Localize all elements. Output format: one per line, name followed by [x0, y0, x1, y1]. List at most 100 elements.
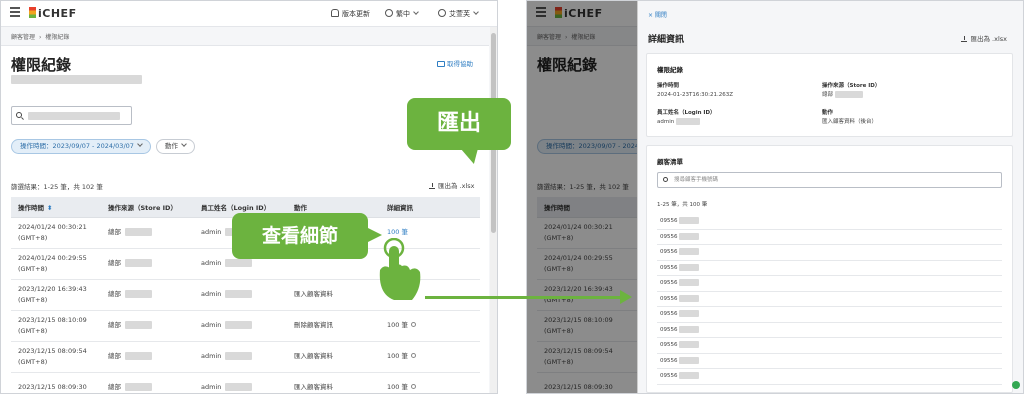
chevron-down-icon [473, 9, 479, 15]
staff-text: admin [201, 321, 222, 329]
redacted-phone [678, 310, 699, 317]
redacted-store-id [125, 383, 152, 391]
source-text: 總部 [108, 290, 121, 298]
globe-icon [385, 9, 393, 17]
time-text: 2023/12/15 08:09:30 [18, 383, 87, 391]
cell-staff: admin [194, 310, 287, 342]
menu-icon[interactable] [10, 7, 20, 17]
phone-prefix: 09556 [660, 249, 678, 255]
redacted-store-id [125, 290, 152, 298]
source-text: 總部 [108, 259, 121, 267]
list-item: 09556 [657, 261, 1002, 276]
redacted-store-id [125, 259, 152, 267]
info-icon[interactable] [410, 353, 416, 358]
redacted-phone [678, 263, 699, 271]
col-detail: 詳細資訊 [380, 197, 480, 218]
redacted-login-id [225, 352, 253, 360]
customer-list-heading: 顧客清單 [657, 158, 683, 166]
cell-time: 2023/12/15 08:09:30 [11, 372, 101, 393]
redacted-store-id [125, 228, 152, 236]
user-menu[interactable]: 艾萱芙 [438, 9, 479, 19]
detail-link[interactable]: 100 筆 [387, 383, 408, 391]
search-icon [16, 112, 22, 118]
table-row: 2023/12/15 08:10:09 (GMT+8) 總部 admin 刪除顧客資訊 1… [11, 310, 480, 342]
list-item: 09556 [657, 338, 1002, 354]
record-action: 動作 匯入顧客資料（後台） [822, 110, 878, 125]
flow-arrow [425, 296, 623, 299]
cell-time: 2024/01/24 00:29:55 (GMT+8) [11, 248, 101, 280]
record-staff: 員工姓名（Login ID） admin [657, 110, 716, 125]
staff-text: admin [201, 290, 222, 298]
breadcrumb-current: 權限紀錄 [45, 34, 70, 41]
cell-time: 2023/12/15 08:09:54 (GMT+8) [11, 341, 101, 373]
cell-detail[interactable]: 100 筆 [380, 372, 480, 393]
detail-link[interactable]: 100 筆 [387, 352, 408, 360]
cell-time: 2023/12/15 08:10:09 (GMT+8) [11, 310, 101, 342]
language-select[interactable]: 繁中 [385, 9, 419, 19]
redacted-phone [678, 356, 699, 364]
time-filter-chip[interactable]: 操作時間：2023/09/07 - 2024/03/07 [11, 139, 151, 154]
redacted-phone [678, 248, 699, 255]
bell-icon [331, 9, 339, 17]
time-text: 2024/01/24 00:29:55 [18, 253, 87, 262]
list-item: 09556 [657, 354, 1002, 369]
cell-source: 總部 [101, 217, 194, 249]
redacted-login-id [225, 290, 253, 298]
redacted-phone [678, 325, 699, 333]
table-row: 2023/12/15 08:09:54 (GMT+8) 總部 admin 匯入顧客資料 1… [11, 341, 480, 373]
action-filter-chip[interactable]: 動作 [156, 139, 195, 154]
list-item: 09556 [657, 214, 1002, 230]
app-logo[interactable]: iCHEF [29, 7, 77, 20]
staff-text: admin [201, 383, 222, 391]
export-xlsx-button[interactable]: 匯出為 .xlsx [429, 180, 475, 190]
drawer-export-button[interactable]: 匯出為 .xlsx [961, 33, 1007, 43]
cell-detail[interactable]: 100 筆 [380, 341, 480, 373]
shield-icon [1012, 381, 1020, 389]
detail-drawer: × 關閉 詳細資訊 匯出為 .xlsx 權限紀錄 操作時間 2024-01-23T… [637, 1, 1023, 393]
info-icon[interactable] [410, 322, 416, 327]
redacted-phone [678, 372, 699, 379]
user-icon [438, 9, 446, 17]
redacted-phone [678, 217, 699, 224]
cell-source: 總部 [101, 279, 194, 311]
detail-link[interactable]: 100 筆 [387, 321, 408, 329]
version-update-button[interactable]: 版本更新 [331, 9, 370, 19]
timezone-text: (GMT+8) [18, 233, 48, 242]
detail-drawer-window: iCHEF 顧客管理 › 權限紀錄 權限紀錄 操作時間：2023/09/07 - 2… [526, 0, 1024, 394]
phone-prefix: 09556 [660, 233, 678, 240]
download-icon [961, 36, 968, 42]
staff-text: admin [201, 228, 222, 236]
phone-prefix: 09556 [660, 295, 678, 302]
redacted-store-id [125, 352, 152, 360]
list-item: 09556 [657, 230, 1002, 245]
chevron-down-icon [181, 141, 187, 147]
phone-search-input[interactable]: 搜尋顧客手機號碼 [657, 172, 1002, 188]
arrow-head-icon [620, 290, 632, 304]
detail-link[interactable]: 100 筆 [387, 228, 408, 236]
list-item: 09556 [657, 292, 1002, 307]
close-button[interactable]: × 關閉 [648, 10, 667, 19]
phone-prefix: 09556 [660, 357, 678, 364]
breadcrumb-parent[interactable]: 顧客管理 [11, 34, 35, 41]
time-text: 2024/01/24 00:30:21 [18, 222, 87, 231]
cell-action: 匯入顧客資料 [287, 372, 380, 393]
cell-staff: admin [194, 341, 287, 373]
redacted-phone [678, 341, 699, 348]
timezone-text: (GMT+8) [18, 264, 48, 273]
record-source: 操作來源（Store ID） 總部 [822, 83, 881, 98]
cell-staff: admin [194, 372, 287, 393]
list-item: 09556 [657, 323, 1002, 338]
redacted-phone [678, 279, 699, 286]
cell-detail[interactable]: 100 筆 [380, 310, 480, 342]
permission-log-window: iCHEF 版本更新 繁中 艾萱芙 顧客管理 › 權限紀錄 權限紀錄 取得協助 操作… [0, 0, 498, 394]
sort-icon[interactable]: ⬍ [47, 204, 52, 212]
cell-action: 匯入顧客資料 [287, 341, 380, 373]
results-count: 篩選結果：1-25 筆，共 102 筆 [11, 183, 103, 191]
redacted-login-id [225, 321, 253, 329]
redacted-phone [678, 294, 699, 302]
cell-action: 刪除顧客資訊 [287, 310, 380, 342]
col-time[interactable]: 操作時間 ⬍ [11, 197, 101, 218]
info-icon[interactable] [410, 384, 416, 389]
help-link[interactable]: 取得協助 [437, 58, 473, 68]
search-input[interactable] [11, 106, 132, 125]
